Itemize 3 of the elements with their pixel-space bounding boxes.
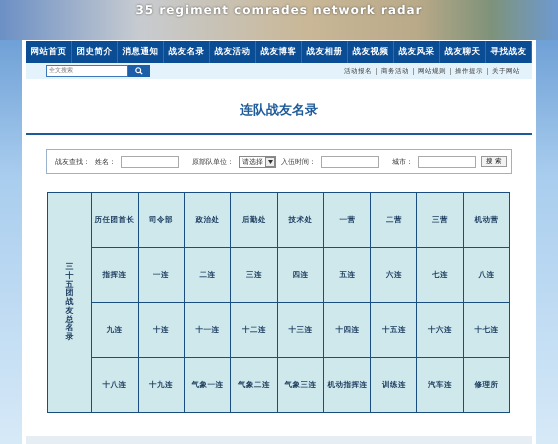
banner-title: 35 regiment comrades network radar bbox=[135, 3, 423, 17]
directory-side-label: 三十五团战友总名录 bbox=[65, 262, 74, 342]
page-title: 连队战友名录 bbox=[239, 102, 319, 119]
